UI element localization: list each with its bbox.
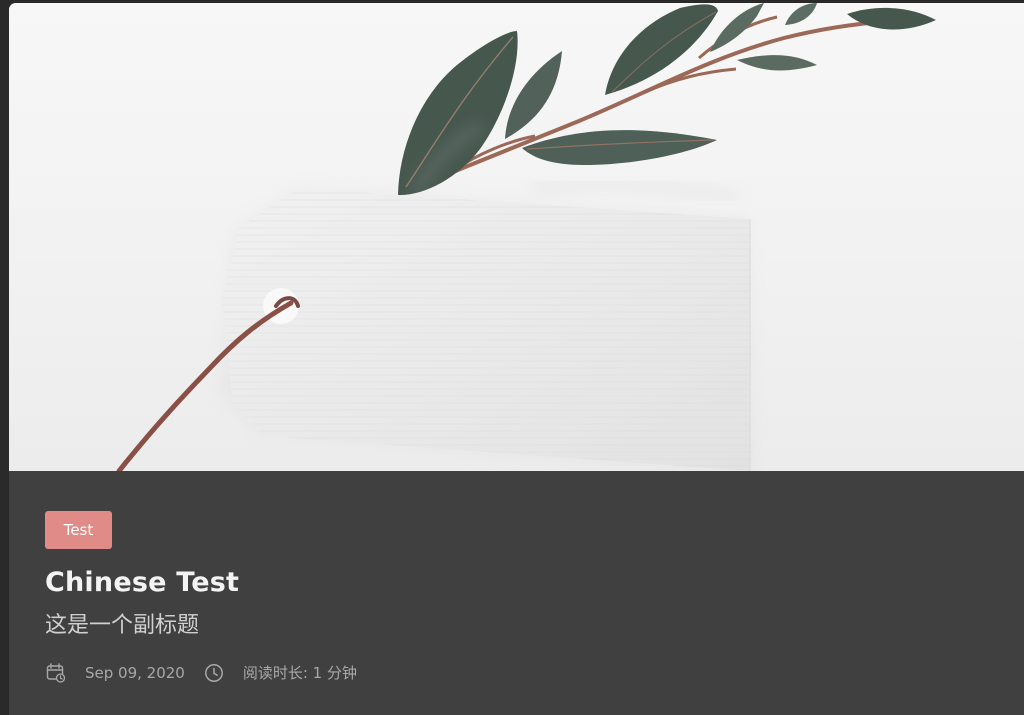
post-card[interactable]: Test Chinese Test 这是一个副标题 Sep 09, 2020 阅… <box>9 3 1024 715</box>
clock-icon <box>203 662 225 684</box>
post-title[interactable]: Chinese Test <box>45 566 239 600</box>
read-time: 阅读时长: 1 分钟 <box>242 664 357 682</box>
price-tag-leaf-illustration <box>9 3 1024 471</box>
post-summary: Test Chinese Test 这是一个副标题 Sep 09, 2020 阅… <box>9 471 1024 715</box>
post-date: Sep 09, 2020 <box>85 664 185 682</box>
post-subtitle: 这是一个副标题 <box>45 613 200 638</box>
hero-image[interactable] <box>9 3 1024 471</box>
post-meta: Sep 09, 2020 阅读时长: 1 分钟 <box>45 661 357 685</box>
page: Test Chinese Test 这是一个副标题 Sep 09, 2020 阅… <box>0 0 1024 715</box>
calendar-icon <box>45 662 67 684</box>
post-tag-button[interactable]: Test <box>45 511 112 549</box>
